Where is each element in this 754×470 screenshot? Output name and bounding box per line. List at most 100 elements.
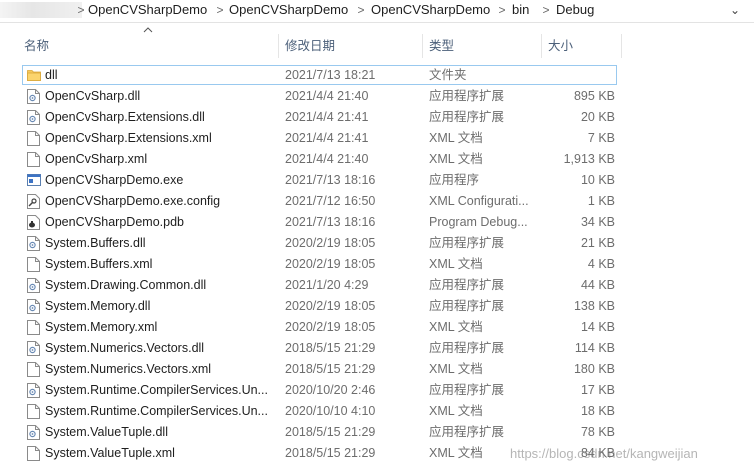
file-row[interactable]: System.Numerics.Vectors.xml 2018/5/15 21:… <box>0 359 754 380</box>
file-date: 2021/4/4 21:41 <box>285 131 369 145</box>
file-name[interactable]: System.ValueTuple.dll <box>45 422 270 443</box>
xml-file-icon <box>27 446 40 461</box>
file-name[interactable]: OpenCvSharp.xml <box>45 149 270 170</box>
blurred-path-segment <box>0 2 82 18</box>
dll-file-icon <box>27 383 40 398</box>
file-date: 2021/4/4 21:40 <box>285 152 369 166</box>
file-name[interactable]: System.Buffers.xml <box>45 254 270 275</box>
file-date: 2020/10/20 2:46 <box>285 383 376 397</box>
file-date: 2020/2/19 18:05 <box>285 257 376 271</box>
xml-file-icon <box>27 404 40 419</box>
file-type: 应用程序扩展 <box>429 278 505 292</box>
file-name[interactable]: OpenCvSharp.dll <box>45 86 270 107</box>
pdb-file-icon <box>27 215 40 230</box>
file-size: 20 KB <box>580 110 615 124</box>
breadcrumb-chevron-icon[interactable]: > <box>76 3 86 17</box>
file-name[interactable]: System.Memory.dll <box>45 296 270 317</box>
file-name[interactable]: System.ValueTuple.xml <box>45 443 270 464</box>
exe-file-icon <box>27 173 41 188</box>
dll-file-icon <box>27 89 40 104</box>
file-size: 14 KB <box>580 320 615 334</box>
file-name[interactable]: System.Numerics.Vectors.dll <box>45 338 270 359</box>
file-row[interactable]: System.Numerics.Vectors.dll 2018/5/15 21:… <box>0 338 754 359</box>
file-date: 2020/2/19 18:05 <box>285 320 376 334</box>
address-bar[interactable]: > OpenCVSharpDemo > OpenCVSharpDemo > Op… <box>0 0 754 23</box>
file-size: 21 KB <box>580 236 615 250</box>
file-row[interactable]: System.Runtime.CompilerServices.Un... 202… <box>0 401 754 422</box>
file-name[interactable]: System.Runtime.CompilerServices.Un... <box>45 401 270 422</box>
file-row[interactable]: System.Drawing.Common.dll 2021/1/20 4:29 应… <box>0 275 754 296</box>
file-row[interactable]: OpenCvSharp.dll 2021/4/4 21:40 应用程序扩展 895 K… <box>0 86 754 107</box>
xml-file-icon <box>27 362 40 377</box>
file-type: XML 文档 <box>429 320 483 334</box>
file-name[interactable]: System.Numerics.Vectors.xml <box>45 359 270 380</box>
breadcrumb-item[interactable]: OpenCVSharpDemo <box>88 2 207 17</box>
column-header-name[interactable]: 名称 <box>19 34 279 58</box>
column-divider[interactable] <box>278 34 279 58</box>
file-size: 180 KB <box>573 362 615 376</box>
file-name[interactable]: OpenCvSharp.Extensions.dll <box>45 107 270 128</box>
file-type: XML Configurati... <box>429 194 529 208</box>
file-row[interactable]: System.Memory.xml 2020/2/19 18:05 XML 文档 14… <box>0 317 754 338</box>
file-name[interactable]: OpenCVSharpDemo.exe.config <box>45 191 270 212</box>
column-divider[interactable] <box>621 34 622 58</box>
file-row[interactable]: OpenCvSharp.Extensions.dll 2021/4/4 21:41… <box>0 107 754 128</box>
breadcrumb-chevron-icon[interactable]: > <box>497 3 507 17</box>
file-type: 应用程序扩展 <box>429 383 505 397</box>
breadcrumb-item[interactable]: Debug <box>556 2 594 17</box>
xml-file-icon <box>27 257 40 272</box>
file-name[interactable]: System.Runtime.CompilerServices.Un... <box>45 380 270 401</box>
file-row[interactable]: OpenCVSharpDemo.exe 2021/7/13 18:16 应用程序 10… <box>0 170 754 191</box>
file-date: 2018/5/15 21:29 <box>285 446 376 460</box>
breadcrumb-item[interactable]: bin <box>512 2 529 17</box>
file-date: 2021/4/4 21:41 <box>285 110 369 124</box>
column-header-size[interactable]: 大小 <box>543 34 622 58</box>
column-divider[interactable] <box>541 34 542 58</box>
file-row[interactable]: dll 2021/7/13 18:21 文件夹 <box>0 65 754 86</box>
breadcrumb-item[interactable]: OpenCVSharpDemo <box>371 2 490 17</box>
file-size <box>545 65 615 86</box>
column-header-type[interactable]: 类型 <box>424 34 539 58</box>
file-size: 4 KB <box>587 257 615 271</box>
file-size: 7 KB <box>587 131 615 145</box>
file-type: XML 文档 <box>429 257 483 271</box>
file-row[interactable]: System.Runtime.CompilerServices.Un... 202… <box>0 380 754 401</box>
file-date: 2021/7/13 18:16 <box>285 173 376 187</box>
file-type: XML 文档 <box>429 131 483 145</box>
config-file-icon <box>27 194 40 209</box>
file-name[interactable]: dll <box>45 65 270 86</box>
file-row[interactable]: System.Buffers.dll 2020/2/19 18:05 应用程序扩展 2… <box>0 233 754 254</box>
file-name[interactable]: System.Drawing.Common.dll <box>45 275 270 296</box>
file-type: 文件夹 <box>429 68 467 82</box>
file-type: 应用程序扩展 <box>429 425 505 439</box>
file-date: 2021/4/4 21:40 <box>285 89 369 103</box>
file-name[interactable]: System.Memory.xml <box>45 317 270 338</box>
file-row[interactable]: OpenCvSharp.Extensions.xml 2021/4/4 21:41… <box>0 128 754 149</box>
file-name[interactable]: OpenCvSharp.Extensions.xml <box>45 128 270 149</box>
file-size: 138 KB <box>573 299 615 313</box>
file-date: 2018/5/15 21:29 <box>285 341 376 355</box>
file-name[interactable]: System.Buffers.dll <box>45 233 270 254</box>
breadcrumb-chevron-icon[interactable]: > <box>541 3 551 17</box>
file-row[interactable]: OpenCVSharpDemo.exe.config 2021/7/12 16:5… <box>0 191 754 212</box>
address-dropdown-icon[interactable]: ⌄ <box>726 1 744 19</box>
dll-file-icon <box>27 299 40 314</box>
file-size: 34 KB <box>580 215 615 229</box>
file-row[interactable]: OpenCVSharpDemo.pdb 2021/7/13 18:16 Progra… <box>0 212 754 233</box>
breadcrumb-chevron-icon[interactable]: > <box>356 3 366 17</box>
file-type: Program Debug... <box>429 215 528 229</box>
file-name[interactable]: OpenCVSharpDemo.exe <box>45 170 270 191</box>
file-name[interactable]: OpenCVSharpDemo.pdb <box>45 212 270 233</box>
column-header-date[interactable]: 修改日期 <box>280 34 420 58</box>
breadcrumb-chevron-icon[interactable]: > <box>215 3 225 17</box>
file-row[interactable]: System.Buffers.xml 2020/2/19 18:05 XML 文档 4… <box>0 254 754 275</box>
file-size: 114 KB <box>574 341 615 355</box>
breadcrumb-item[interactable]: OpenCVSharpDemo <box>229 2 348 17</box>
file-row[interactable]: OpenCvSharp.xml 2021/4/4 21:40 XML 文档 1,913… <box>0 149 754 170</box>
column-divider[interactable] <box>422 34 423 58</box>
dll-file-icon <box>27 110 40 125</box>
file-row[interactable]: System.Memory.dll 2020/2/19 18:05 应用程序扩展 13… <box>0 296 754 317</box>
file-row[interactable]: System.ValueTuple.dll 2018/5/15 21:29 应用程序… <box>0 422 754 443</box>
file-type: XML 文档 <box>429 404 483 418</box>
folder-icon <box>27 68 41 83</box>
